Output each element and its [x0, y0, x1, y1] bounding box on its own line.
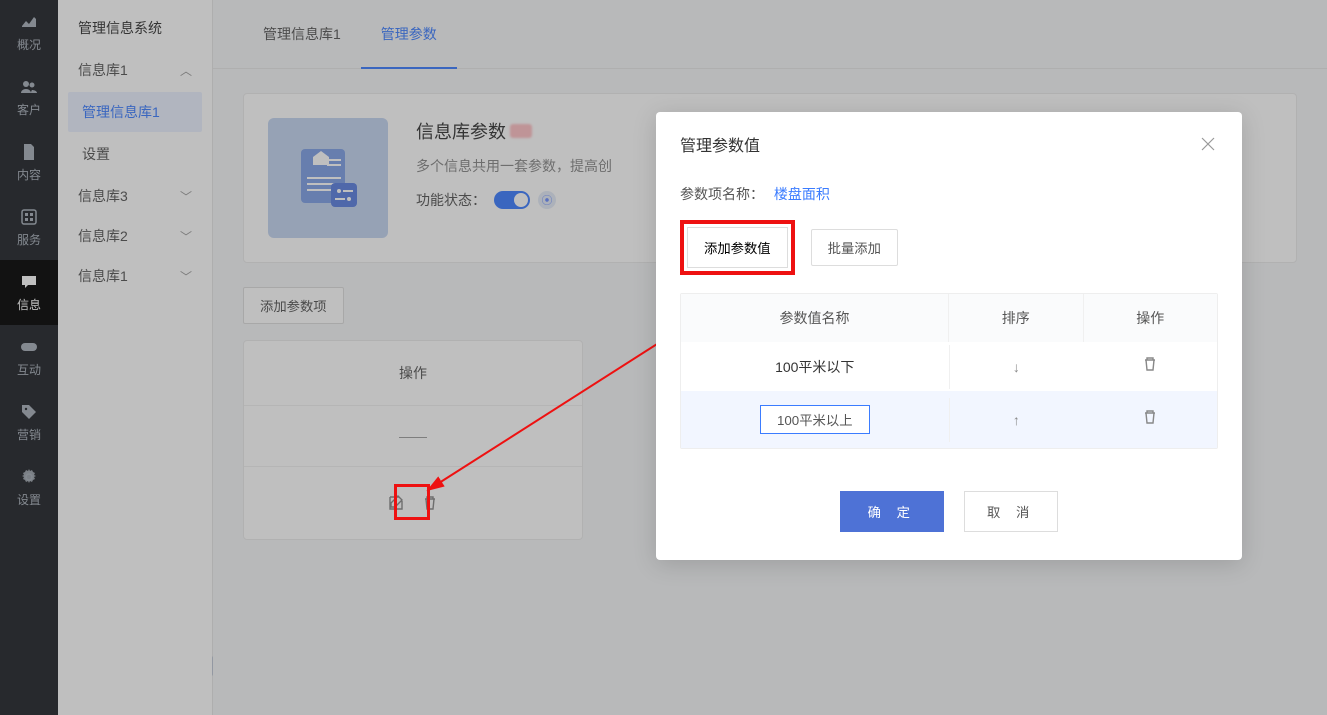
add-value-button[interactable]: 添加参数值	[687, 227, 788, 268]
delete-icon[interactable]	[1142, 412, 1158, 429]
modal-title: 管理参数值	[680, 132, 760, 156]
col-sort: 排序	[948, 294, 1083, 342]
col-ops: 操作	[1083, 294, 1218, 342]
annotation-box-edit	[394, 484, 430, 520]
delete-icon[interactable]	[1142, 359, 1158, 376]
values-table: 参数值名称 排序 操作 100平米以下 ↓ ↑	[680, 293, 1218, 449]
sort-up-icon[interactable]: ↑	[1013, 412, 1020, 428]
close-icon[interactable]	[1198, 134, 1218, 154]
param-meta: 参数项名称： 楼盘面积	[680, 184, 1218, 204]
sort-down-icon[interactable]: ↓	[1013, 359, 1020, 375]
manage-values-modal: 管理参数值 参数项名称： 楼盘面积 添加参数值 批量添加 参数值名称 排序 操作…	[656, 112, 1242, 560]
ok-button[interactable]: 确 定	[840, 491, 944, 532]
cancel-button[interactable]: 取 消	[964, 491, 1058, 532]
value-row: 100平米以下 ↓	[681, 342, 1217, 391]
value-name-input[interactable]	[760, 405, 870, 434]
value-name: 100平米以下	[681, 343, 949, 391]
col-name: 参数值名称	[681, 294, 948, 342]
meta-label: 参数项名称：	[680, 186, 764, 202]
bulk-add-button[interactable]: 批量添加	[811, 229, 898, 266]
annotation-box-addvalue: 添加参数值	[680, 220, 795, 275]
value-row: ↑	[681, 391, 1217, 448]
param-name-link[interactable]: 楼盘面积	[774, 186, 830, 202]
